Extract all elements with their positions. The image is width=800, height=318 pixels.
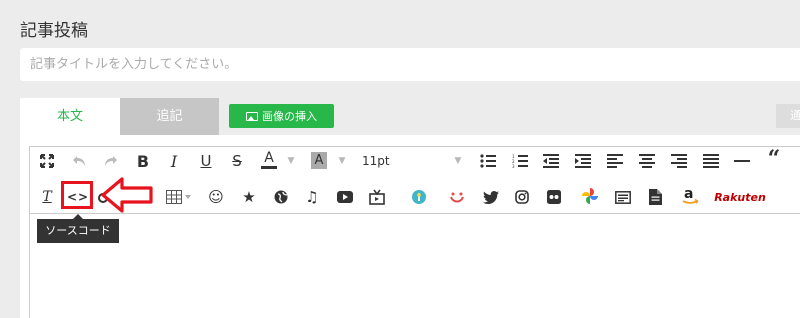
insert-image-label: 画像の挿入 xyxy=(262,110,317,123)
undo-icon[interactable] xyxy=(70,150,88,172)
flickr-icon[interactable] xyxy=(545,186,563,208)
outdent-icon[interactable] xyxy=(542,150,560,172)
amazon-icon[interactable]: a xyxy=(680,184,700,206)
background-color-icon[interactable]: A xyxy=(311,152,327,169)
indent-icon[interactable] xyxy=(574,150,592,172)
google-photos-icon[interactable] xyxy=(580,185,600,207)
text-color-dropdown-icon[interactable]: ▼ xyxy=(286,150,296,172)
source-code-tooltip: ソースコード xyxy=(37,214,119,243)
tv-icon[interactable] xyxy=(368,186,386,208)
horizontal-rule-icon[interactable] xyxy=(733,150,751,172)
emoji-icon[interactable]: ☺ xyxy=(207,186,225,208)
table-icon[interactable] xyxy=(165,186,193,208)
image-icon xyxy=(246,111,258,121)
italic-icon[interactable]: I xyxy=(166,150,182,172)
content-area-border xyxy=(29,214,30,318)
source-code-highlight-box xyxy=(61,181,93,209)
instagram-icon[interactable] xyxy=(513,186,531,208)
align-left-icon[interactable] xyxy=(606,150,624,172)
insert-image-button[interactable]: 画像の挿入 xyxy=(229,104,334,128)
numbered-list-icon[interactable]: 123 xyxy=(511,150,529,172)
align-center-icon[interactable] xyxy=(638,150,656,172)
fullscreen-icon[interactable] xyxy=(38,150,56,172)
tab-main-text[interactable]: 本文 xyxy=(20,98,120,135)
card-icon[interactable] xyxy=(614,186,632,208)
document-icon[interactable] xyxy=(646,186,664,208)
clear-format-icon[interactable]: T xyxy=(38,186,56,208)
pin-icon[interactable] xyxy=(410,186,428,208)
music-icon[interactable]: ♫ xyxy=(303,186,321,208)
twitter-icon[interactable] xyxy=(482,186,500,208)
page-title: 記事投稿 xyxy=(20,21,88,41)
underline-icon[interactable]: U xyxy=(198,150,214,172)
quote-icon[interactable]: “ xyxy=(764,146,784,172)
background-color-dropdown-icon[interactable]: ▼ xyxy=(337,150,347,172)
justify-icon[interactable] xyxy=(702,150,720,172)
article-title-input[interactable] xyxy=(20,48,800,81)
bold-icon[interactable]: B xyxy=(135,150,151,172)
globe-icon[interactable] xyxy=(272,186,290,208)
svg-text:3: 3 xyxy=(512,164,515,168)
star-icon[interactable]: ★ xyxy=(240,186,258,208)
redo-icon[interactable] xyxy=(102,150,120,172)
youtube-icon[interactable] xyxy=(336,186,354,208)
svg-text:a: a xyxy=(684,186,693,202)
strikethrough-icon[interactable]: S xyxy=(229,150,245,172)
font-size-select[interactable]: 11pt xyxy=(362,150,390,172)
smile-icon[interactable] xyxy=(448,186,466,208)
right-tab-partial[interactable]: 通 xyxy=(776,104,800,128)
red-arrow-icon xyxy=(101,177,153,213)
rakuten-icon[interactable]: Rakuten xyxy=(714,186,766,208)
tab-additional-text[interactable]: 追記 xyxy=(120,98,219,135)
text-color-icon[interactable]: A xyxy=(261,150,277,169)
align-right-icon[interactable] xyxy=(670,150,688,172)
bullet-list-icon[interactable] xyxy=(479,150,497,172)
font-size-dropdown-icon[interactable]: ▼ xyxy=(453,150,463,172)
